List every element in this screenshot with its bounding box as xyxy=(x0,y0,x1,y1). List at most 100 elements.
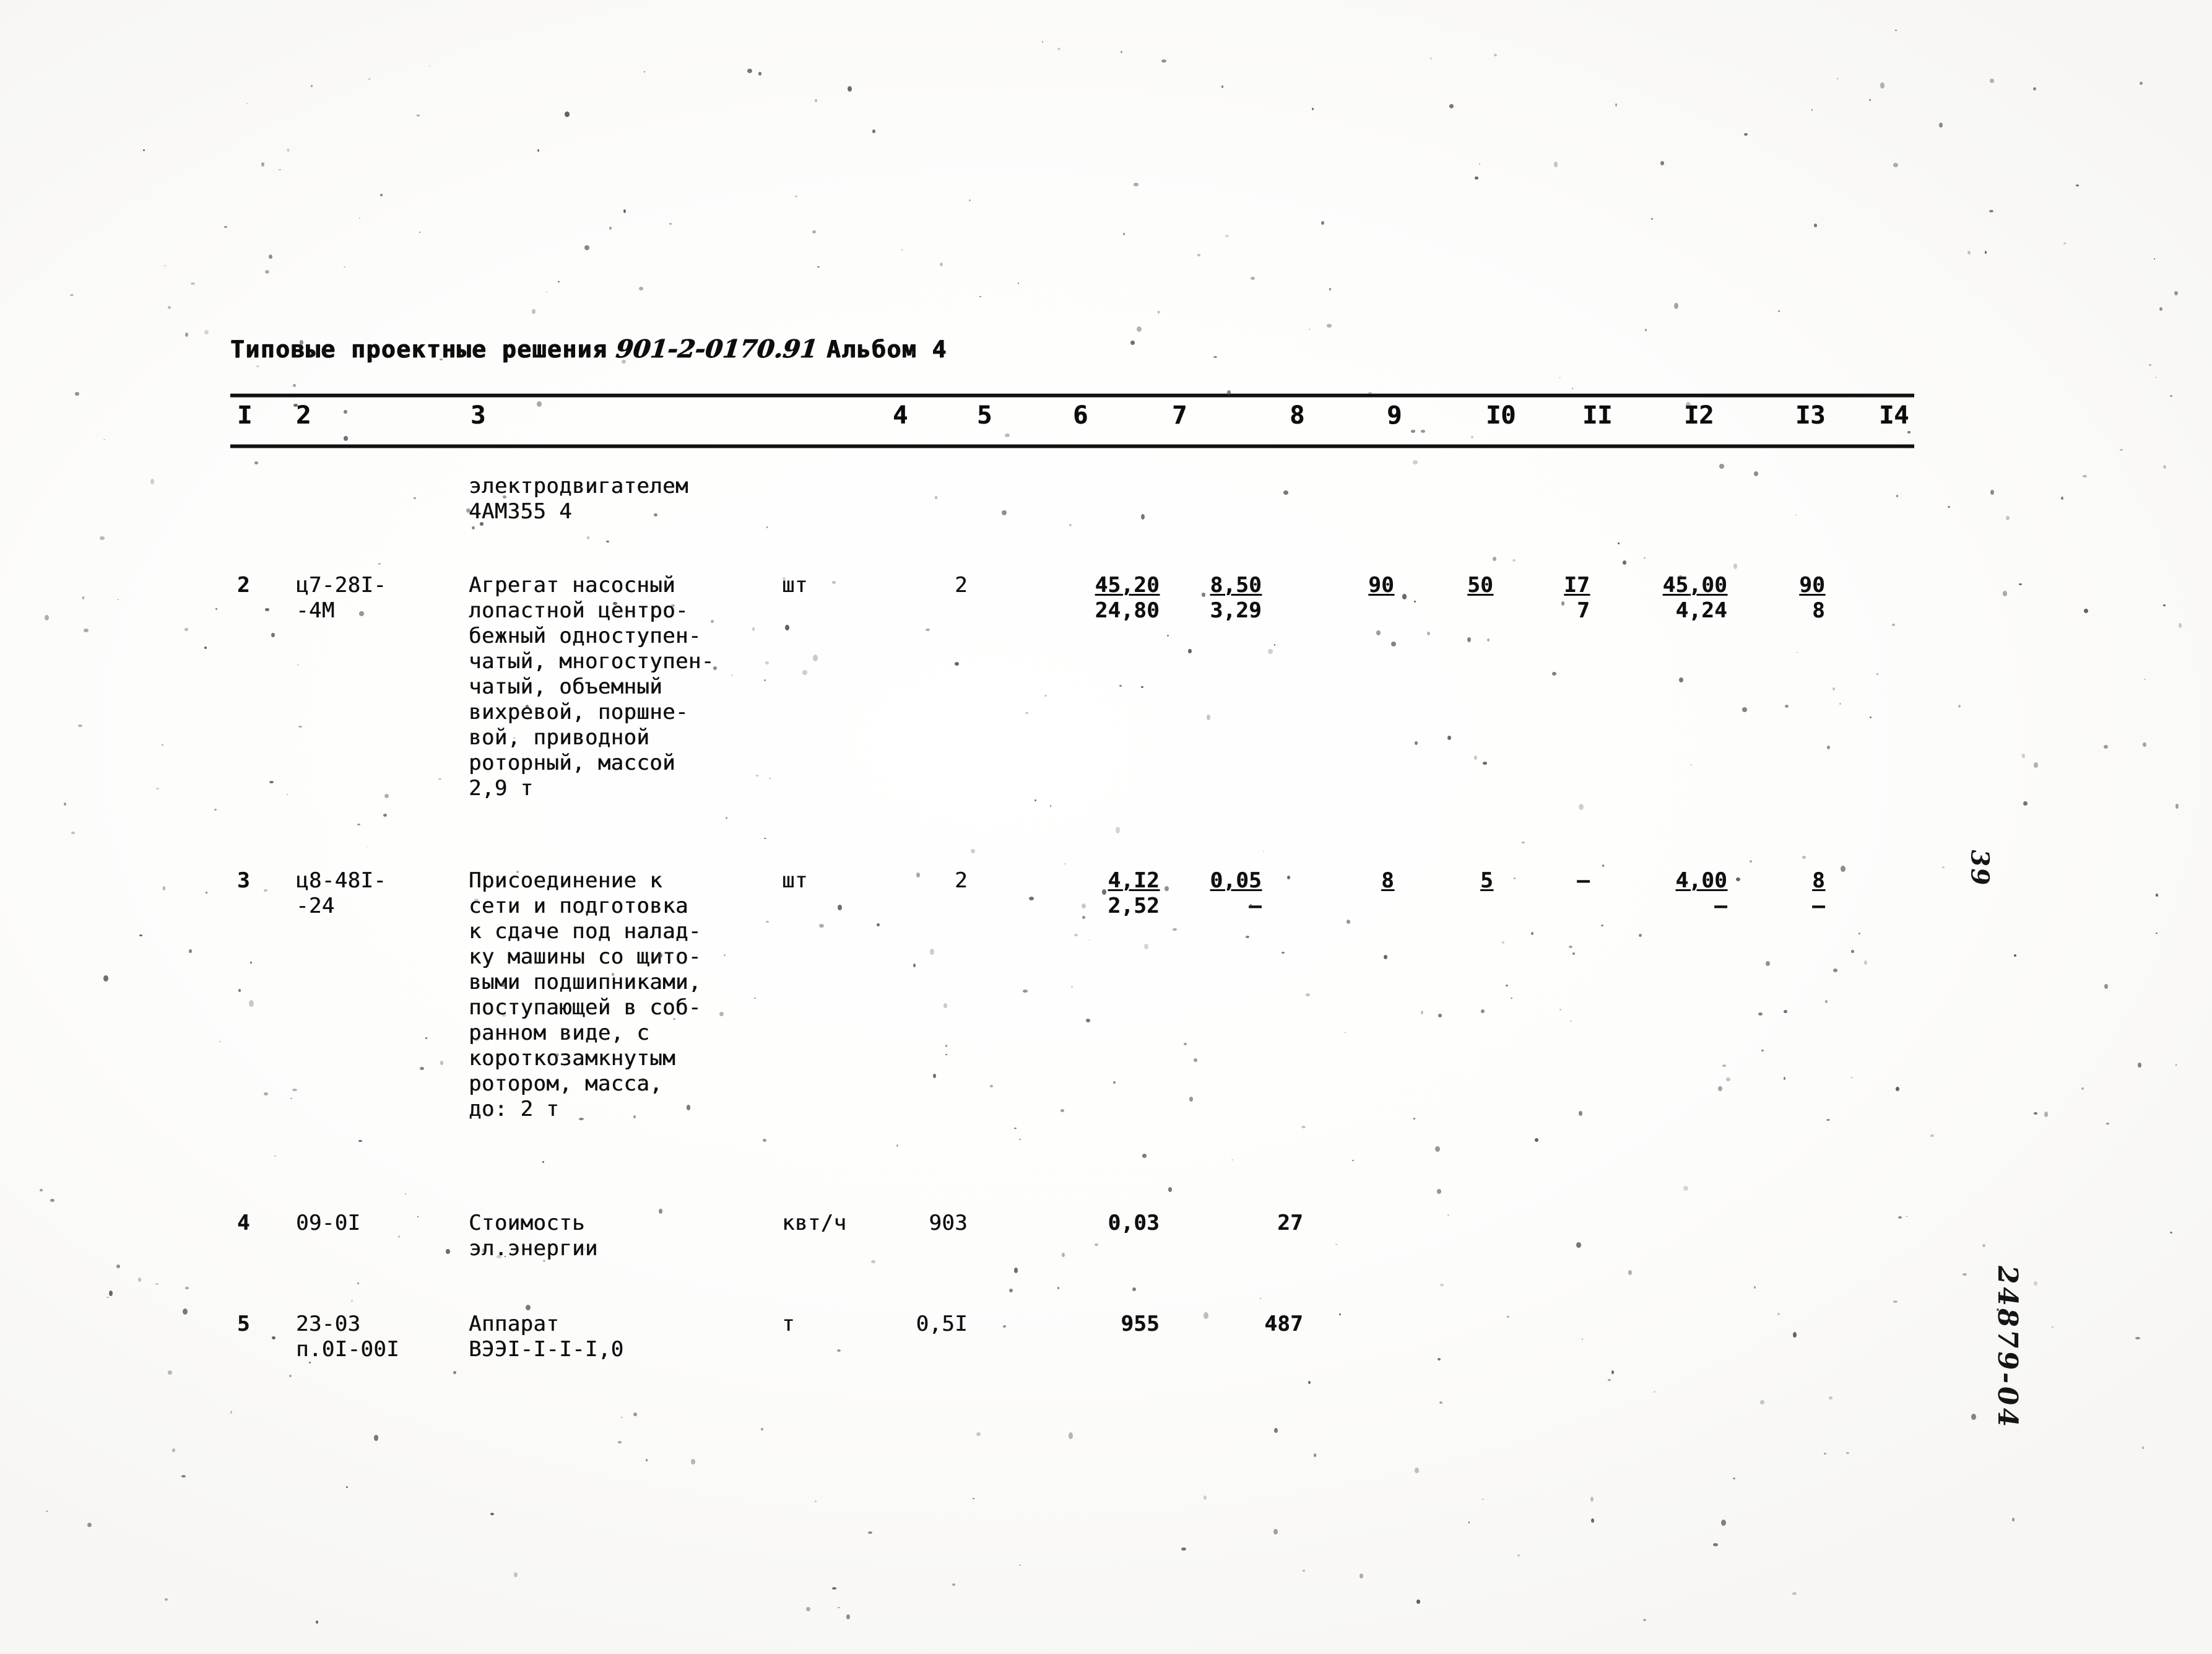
scan-speckle xyxy=(75,392,79,396)
scan-speckle xyxy=(1760,1400,1764,1405)
scan-speckle xyxy=(1057,1287,1060,1289)
scan-speckle xyxy=(1029,897,1034,901)
scan-speckle xyxy=(609,227,612,230)
scan-speckle xyxy=(1335,1244,1337,1245)
scan-speckle xyxy=(1188,649,1192,654)
scan-speckle xyxy=(1989,210,1993,213)
scan-speckle xyxy=(1309,329,1311,330)
scan-speckle xyxy=(279,169,281,171)
scan-speckle xyxy=(1691,764,1693,766)
row-value-col12-top: 45,00 xyxy=(1662,573,1727,598)
scan-speckle xyxy=(1841,866,1846,873)
header-prefix: Типовые проектные решения xyxy=(230,336,608,363)
scan-speckle xyxy=(143,149,145,151)
scan-speckle xyxy=(2175,804,2179,809)
scan-speckle xyxy=(2106,1123,2110,1125)
scan-speckle xyxy=(191,282,195,285)
scan-speckle xyxy=(344,436,349,441)
scan-speckle xyxy=(1846,1452,1849,1455)
scan-speckle xyxy=(1168,1187,1173,1193)
scan-speckle xyxy=(1415,741,1418,746)
scan-speckle xyxy=(1554,162,1558,167)
scan-speckle xyxy=(1576,1242,1581,1248)
scan-speckle xyxy=(309,1362,311,1364)
scan-speckle xyxy=(1572,952,1576,955)
scan-speckle xyxy=(269,781,274,784)
scan-speckle xyxy=(482,1248,485,1252)
scan-speckle xyxy=(542,1161,544,1163)
scan-speckle xyxy=(1161,59,1166,63)
scan-speckle xyxy=(2019,583,2023,586)
scan-speckle xyxy=(639,287,643,290)
row-unit: т xyxy=(782,1312,795,1336)
scan-speckle xyxy=(1189,1097,1194,1102)
scan-speckle xyxy=(419,232,421,233)
scan-speckle xyxy=(1750,860,1753,863)
scan-speckle xyxy=(2014,954,2017,957)
scan-speckle xyxy=(1116,827,1121,834)
scan-speckle xyxy=(264,1092,268,1096)
scan-speckle xyxy=(215,608,218,610)
scan-speckle xyxy=(901,249,903,251)
scan-speckle xyxy=(943,1003,947,1009)
scan-speckle xyxy=(945,1054,947,1056)
scan-speckle xyxy=(357,1282,359,1285)
scan-speckle xyxy=(1207,715,1211,720)
scan-speckle xyxy=(1014,1268,1018,1273)
scan-speckle xyxy=(1437,1189,1441,1195)
scan-speckle xyxy=(1414,601,1416,603)
scan-speckle xyxy=(1582,1338,1584,1340)
scan-speckle xyxy=(2120,449,2123,451)
scan-speckle xyxy=(765,661,769,664)
scan-speckle xyxy=(2156,377,2158,378)
scan-speckle xyxy=(289,1375,292,1378)
scan-speckle xyxy=(1906,1216,1907,1217)
scan-speckle xyxy=(1535,1138,1538,1142)
row-description-line: лопастной центро- xyxy=(469,598,688,623)
scan-speckle xyxy=(1572,388,1574,390)
scan-speckle xyxy=(172,1448,175,1453)
table-rule-bottom xyxy=(230,445,1914,448)
column-number-4: 4 xyxy=(893,401,908,430)
scan-speckle xyxy=(238,989,241,992)
scan-speckle xyxy=(1645,329,1647,331)
scan-speckle xyxy=(1990,79,1994,84)
row-description-line: к сдаче под налад- xyxy=(469,919,701,944)
row-value-col8: 487 xyxy=(1264,1312,1303,1336)
scan-speckle xyxy=(287,794,288,795)
scan-speckle xyxy=(1413,460,1418,465)
scan-speckle xyxy=(1766,961,1771,966)
row-value-col7-top: 0,05 xyxy=(1210,868,1262,893)
scan-speckle xyxy=(477,1111,480,1113)
scan-speckle xyxy=(150,479,155,484)
scan-speckle xyxy=(293,404,298,407)
scan-speckle xyxy=(2084,609,2088,613)
scan-speckle xyxy=(316,1621,319,1624)
scan-speckle xyxy=(1368,392,1372,394)
scan-speckle xyxy=(344,410,348,414)
scan-speckle xyxy=(2140,82,2143,85)
scan-speckle xyxy=(1060,1109,1064,1112)
scan-speckle xyxy=(877,923,880,927)
scan-speckle xyxy=(1095,1243,1098,1246)
page-number-margin: 39 xyxy=(1965,847,1995,889)
archive-number-margin: 24879-04 xyxy=(1991,1263,2023,1432)
scan-speckle xyxy=(1744,133,1748,136)
scan-speckle xyxy=(2003,591,2008,596)
scan-speckle xyxy=(1761,1050,1764,1052)
scan-speckle xyxy=(346,1486,349,1489)
scan-speckle xyxy=(621,1417,623,1418)
scan-speckle xyxy=(2156,894,2158,897)
scan-speckle xyxy=(45,615,49,620)
scan-speckle xyxy=(1274,644,1276,646)
scan-speckle xyxy=(930,949,935,955)
row-description-line: Стоимость xyxy=(469,1211,585,1235)
scan-speckle xyxy=(1487,638,1490,642)
scan-speckle xyxy=(300,340,304,345)
scan-speckle xyxy=(913,964,916,967)
scan-speckle xyxy=(513,737,515,739)
scan-speckle xyxy=(1481,1009,1485,1013)
row-number: 4 xyxy=(237,1211,250,1235)
continuation-description-line: 4АМ355 4 xyxy=(469,499,572,524)
scan-speckle xyxy=(1132,1287,1136,1292)
